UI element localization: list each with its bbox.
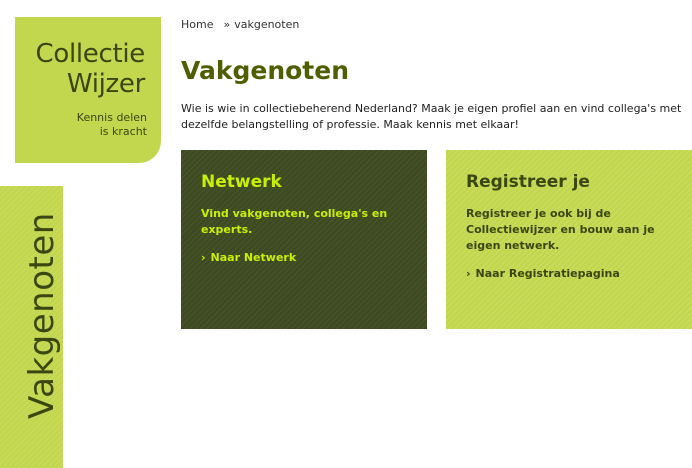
chevron-right-icon: › bbox=[201, 251, 206, 264]
network-link[interactable]: › Naar Netwerk bbox=[201, 250, 407, 266]
register-link[interactable]: › Naar Registratiepagina bbox=[466, 266, 672, 282]
site-logo[interactable]: Collectie Wijzer Kennis delen is kracht bbox=[15, 17, 161, 163]
logo-title-line2: Wijzer bbox=[66, 69, 145, 99]
register-card-title: Registreer je bbox=[466, 172, 590, 192]
register-card-text: Registreer je ook bij de Collectiewijzer… bbox=[466, 207, 655, 252]
register-card: Registreer je Registreer je ook bij de C… bbox=[446, 150, 692, 329]
network-card: Netwerk Vind vakgenoten, collega's en ex… bbox=[181, 150, 427, 329]
register-link-label: Naar Registratiepagina bbox=[475, 267, 620, 280]
breadcrumb-separator: » bbox=[223, 18, 231, 31]
logo-tagline-line2: is kracht bbox=[99, 125, 147, 138]
chevron-right-icon: › bbox=[466, 267, 471, 280]
breadcrumb: Home » vakgenoten bbox=[181, 18, 299, 32]
network-card-title: Netwerk bbox=[201, 172, 282, 192]
network-link-label: Naar Netwerk bbox=[210, 251, 297, 264]
logo-tagline: Kennis delen is kracht bbox=[77, 111, 147, 139]
logo-title: Collectie Wijzer bbox=[35, 39, 145, 99]
logo-title-line1: Collectie bbox=[35, 39, 145, 69]
breadcrumb-current: vakgenoten bbox=[234, 18, 300, 31]
breadcrumb-home-link[interactable]: Home bbox=[181, 18, 213, 31]
section-side-label-text: Vakgenoten bbox=[22, 212, 62, 419]
logo-tagline-line1: Kennis delen bbox=[76, 111, 147, 124]
intro-text: Wie is wie in collectiebeherend Nederlan… bbox=[181, 102, 682, 131]
network-card-text: Vind vakgenoten, collega's en experts. bbox=[201, 207, 388, 236]
page-title: Vakgenoten bbox=[181, 56, 350, 85]
